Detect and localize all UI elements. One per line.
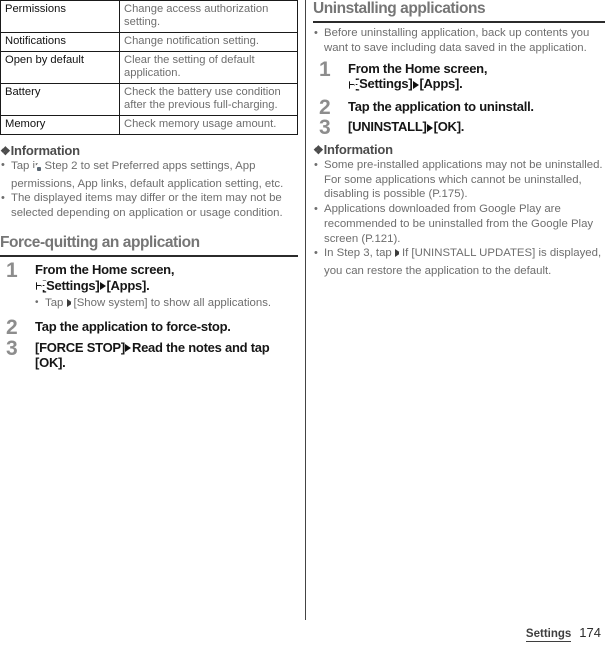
step-line-1: From the Home screen, xyxy=(348,60,488,76)
section-uninstalling: Uninstalling applications xyxy=(313,0,605,24)
step-substep: Tap [Show system] to show all applicatio… xyxy=(35,296,298,314)
substep-pre: Tap xyxy=(45,297,67,310)
information-bullets-left: Tap in Step 2 to set Preferred apps sett… xyxy=(0,158,298,221)
information-heading-label: Information xyxy=(323,142,393,158)
table-row: Battery Check the battery use condition … xyxy=(0,82,298,116)
step-target-force-stop: [FORCE STOP] xyxy=(35,339,125,355)
information-heading-left: ❖Information xyxy=(0,143,298,158)
left-column: Permissions Change access authorization … xyxy=(0,0,298,371)
table-cell-value: Clear the setting of default application… xyxy=(119,50,298,84)
step-text: Tap the application to uninstall. xyxy=(348,98,534,114)
column-divider xyxy=(305,0,306,620)
settings-items-table: Permissions Change access authorization … xyxy=(0,0,298,135)
information-bullets-right: Some pre-installed applications may not … xyxy=(313,158,605,279)
table-row: Open by default Clear the setting of def… xyxy=(0,50,298,84)
step-1-right: 1 From the Home screen, [Settings] [Apps]… xyxy=(313,57,605,94)
step-target-settings: [Settings] xyxy=(355,76,413,92)
bullet-text: Some pre-installed applications may not … xyxy=(324,159,603,201)
information-heading-label: Information xyxy=(10,142,80,158)
information-glyph-icon: ❖ xyxy=(0,143,11,158)
lead-bullets-right: Before uninstalling application, back up… xyxy=(313,26,605,55)
list-item: Before uninstalling application, back up… xyxy=(313,26,605,55)
bullet-text-post: in Step 2 to set Preferred apps settings… xyxy=(11,159,284,190)
information-heading-right: ❖Information xyxy=(313,142,605,157)
step-text: Tap the application to force-stop. xyxy=(35,318,231,334)
list-item: Tap in Step 2 to set Preferred apps sett… xyxy=(0,158,298,191)
page-number: 174 xyxy=(579,625,601,640)
table-cell-value: Change access authorization setting. xyxy=(119,0,298,33)
table-cell-value: Check the battery use condition after th… xyxy=(119,82,298,116)
step-text: From the Home screen, [Settings] [Apps]. xyxy=(348,61,605,94)
step-number: 3 xyxy=(6,336,18,360)
section-title: Uninstalling applications xyxy=(313,0,486,17)
bullet-text: Applications downloaded from Google Play… xyxy=(324,203,594,245)
table-row: Permissions Change access authorization … xyxy=(0,0,298,33)
step-target-apps: [Apps]. xyxy=(419,76,463,92)
table-cell-key: Notifications xyxy=(0,31,120,52)
step-number: 1 xyxy=(6,258,18,282)
step-2-left: 2 Tap the application to force-stop. xyxy=(0,316,298,339)
section-force-quitting: Force-quitting an application xyxy=(0,234,298,257)
table-row: Memory Check memory usage amount. xyxy=(0,114,298,135)
table-cell-key: Open by default xyxy=(0,50,120,84)
step-target-apps: [Apps]. xyxy=(106,277,150,293)
step-target-settings: [Settings] xyxy=(42,277,100,293)
list-item: Applications downloaded from Google Play… xyxy=(313,202,605,246)
arrow-right-icon xyxy=(125,344,132,353)
manual-page: Permissions Change access authorization … xyxy=(0,0,609,648)
table-cell-value: Change notification setting. xyxy=(119,31,298,52)
table-cell-key: Battery xyxy=(0,82,120,116)
table-cell-key: Memory xyxy=(0,114,120,135)
step-target-ok: [OK]. xyxy=(433,119,465,135)
page-footer: Settings 174 xyxy=(525,625,601,642)
section-rule xyxy=(313,21,605,24)
step-number: 3 xyxy=(319,116,331,140)
step-3-right: 3 [UNINSTALL] [OK]. xyxy=(313,116,605,139)
step-text: [UNINSTALL] [OK]. xyxy=(348,119,605,135)
list-item: In Step 3, tap If [UNINSTALL UPDATES] is… xyxy=(313,246,605,278)
list-item: The displayed items may differ or the it… xyxy=(0,191,298,220)
bullet-text: The displayed items may differ or the it… xyxy=(11,192,283,219)
step-number: 1 xyxy=(319,57,331,81)
step-3-left: 3 [FORCE STOP] Read the notes and tap [OK… xyxy=(0,336,298,371)
step-1-left: 1 From the Home screen, [Settings] [Apps]… xyxy=(0,258,298,314)
bullet-text-pre: In Step 3, tap xyxy=(324,247,395,260)
bullet-text-pre: Tap xyxy=(11,159,33,172)
table-cell-key: Permissions xyxy=(0,0,120,33)
step-line-1: From the Home screen, xyxy=(35,261,175,277)
section-title: Force-quitting an application xyxy=(0,233,200,251)
substep-post: [Show system] to show all applications. xyxy=(73,297,272,310)
section-rule xyxy=(0,254,298,257)
step-text: [FORCE STOP] Read the notes and tap [OK]. xyxy=(35,340,298,371)
step-target-uninstall: [UNINSTALL] xyxy=(348,119,427,135)
arrow-right-icon xyxy=(427,123,434,132)
step-2-right: 2 Tap the application to uninstall. xyxy=(313,96,605,119)
right-column: Uninstalling applications Before uninsta… xyxy=(313,0,605,279)
table-row: Notifications Change notification settin… xyxy=(0,31,298,52)
table-cell-value: Check memory usage amount. xyxy=(119,114,298,135)
information-glyph-icon: ❖ xyxy=(313,143,324,158)
step-text: From the Home screen, [Settings] [Apps]. … xyxy=(35,262,298,314)
footer-section-label: Settings xyxy=(525,628,572,642)
list-item: Some pre-installed applications may not … xyxy=(313,158,605,202)
